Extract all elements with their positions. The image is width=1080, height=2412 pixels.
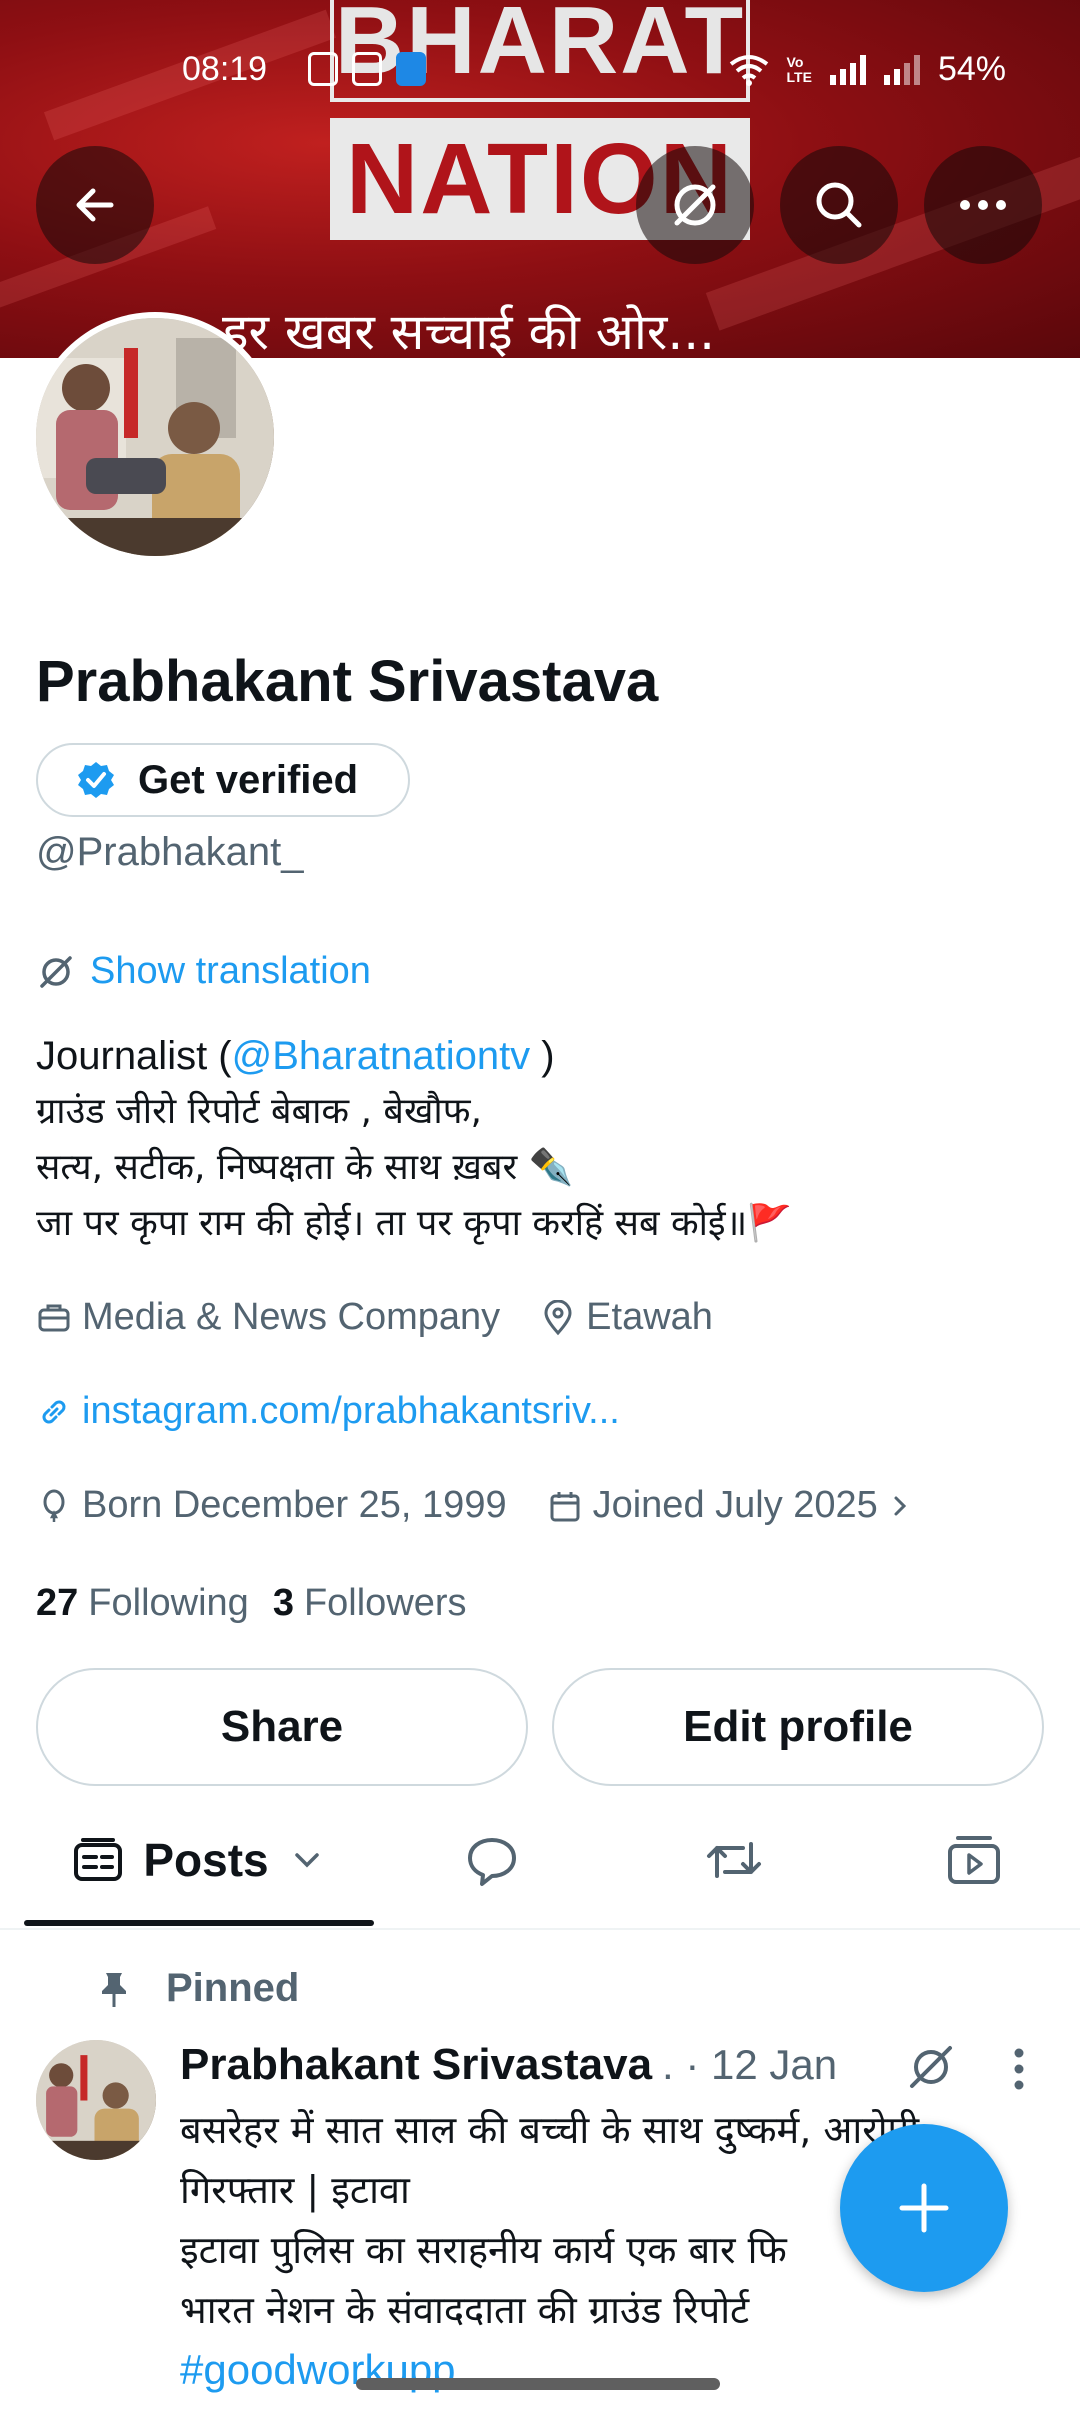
post-avatar-photo xyxy=(36,2040,156,2160)
briefcase-icon xyxy=(38,1304,70,1331)
profile-avatar[interactable] xyxy=(30,312,280,562)
following-link[interactable]: 27 Following xyxy=(36,1582,249,1625)
volte-icon: Vo LTE xyxy=(786,53,812,85)
follow-stats: 27 Following 3 Followers xyxy=(36,1582,467,1625)
chevron-right-icon xyxy=(894,1496,906,1515)
status-time: 08:19 xyxy=(182,50,268,88)
post-grok-button[interactable] xyxy=(904,2040,958,2099)
profile-joined-date: Joined July 2025 xyxy=(592,1484,878,1526)
signal-2-icon xyxy=(883,54,920,85)
posts-icon xyxy=(74,1838,123,1881)
profile-birthdate: Born December 25, 1999 xyxy=(82,1484,507,1526)
share-button-label: Share xyxy=(220,1702,344,1751)
bio-line-3: सत्य, सटीक, निष्पक्षता के साथ ख़बर ✒️ xyxy=(36,1147,574,1188)
banner-tagline: हर खबर सच्चाई की ओर... xyxy=(222,303,716,358)
profile-category: Media & News Company xyxy=(82,1296,501,1338)
avatar-image xyxy=(36,318,274,556)
tab-posts-label: Posts xyxy=(143,1834,269,1886)
post-author-name[interactable]: Prabhakant Srivastava xyxy=(180,2040,652,2090)
tab-replies[interactable] xyxy=(432,1790,552,1930)
bio-line-4: जा पर कृपा राम की होई। ता पर कृपा करहिं … xyxy=(36,1203,792,1244)
repost-icon xyxy=(707,1842,761,1878)
tab-posts[interactable]: Posts xyxy=(24,1790,374,1930)
joined-item[interactable]: Joined July 2025 xyxy=(547,1484,912,1527)
status-notification-icons xyxy=(308,52,426,86)
profile-location: Etawah xyxy=(586,1296,713,1338)
status-bar: 08:19 Vo LTE 54% xyxy=(0,40,1080,100)
media-icon xyxy=(948,1836,1000,1884)
grok-icon xyxy=(910,2046,952,2088)
back-arrow-icon xyxy=(76,188,114,222)
post-header: Prabhakant Srivastava . · 12 Jan xyxy=(180,2040,837,2090)
post-author-avatar[interactable] xyxy=(36,2040,156,2160)
wifi-icon xyxy=(729,54,768,86)
battery-level: 54% xyxy=(937,50,1006,88)
verified-badge-icon xyxy=(78,762,114,798)
profile-bio: Journalist (@Bharatnationtv ) ग्राउंड जी… xyxy=(36,1028,792,1252)
bio-prefix: Journalist ( xyxy=(36,1034,232,1078)
back-button[interactable] xyxy=(36,146,154,264)
more-options-button[interactable] xyxy=(924,146,1042,264)
search-button[interactable] xyxy=(780,146,898,264)
status-right-icons: Vo LTE 54% xyxy=(729,50,1006,89)
active-tab-indicator xyxy=(24,1920,374,1926)
following-label: Following xyxy=(88,1582,249,1624)
profile-meta-row-1: Media & News Company Etawah xyxy=(36,1296,753,1339)
balloon-icon xyxy=(43,1489,65,1522)
edit-profile-button-label: Edit profile xyxy=(683,1702,913,1751)
signal-icon xyxy=(829,54,866,85)
profile-meta-row-2: Born December 25, 1999 Joined July 2025 xyxy=(36,1484,912,1527)
post-more-button[interactable] xyxy=(1008,2046,1030,2097)
bio-line-2: ग्राउंड जीरो रिपोर्ट बेबाक , बेखौफ, xyxy=(36,1091,482,1132)
pinned-label: Pinned xyxy=(166,1966,300,2010)
shield-notification-icon xyxy=(308,52,338,86)
profile-name: Prabhakant Srivastava xyxy=(36,649,659,714)
location-pin-icon xyxy=(544,1299,572,1335)
followers-link[interactable]: 3 Followers xyxy=(273,1582,467,1625)
android-notification-icon xyxy=(396,52,426,86)
website-item[interactable]: instagram.com/prabhakantsriv... xyxy=(36,1390,620,1433)
grok-translate-icon xyxy=(40,955,72,988)
birthday-item: Born December 25, 1999 xyxy=(36,1484,507,1527)
grok-button[interactable] xyxy=(636,146,754,264)
tab-reposts[interactable] xyxy=(674,1790,794,1930)
profile-handle: @Prabhakant_ xyxy=(36,830,304,874)
reply-icon xyxy=(468,1838,516,1886)
search-icon xyxy=(816,182,862,228)
profile-website-row: instagram.com/prabhakantsriv... xyxy=(36,1390,660,1433)
home-indicator[interactable] xyxy=(356,2378,720,2390)
bio-suffix: ) xyxy=(530,1034,555,1078)
more-horizontal-icon xyxy=(960,200,1006,210)
followers-label: Followers xyxy=(303,1582,467,1624)
grok-icon xyxy=(674,184,716,226)
profile-website-link[interactable]: instagram.com/prabhakantsriv... xyxy=(82,1390,620,1433)
post-date: . · 12 Jan xyxy=(662,2041,838,2088)
show-translation-link[interactable]: Show translation xyxy=(36,950,371,993)
share-button[interactable]: Share xyxy=(36,1668,528,1786)
category-item: Media & News Company xyxy=(36,1296,500,1339)
chevron-down-icon xyxy=(294,1853,319,1868)
bio-mention-link[interactable]: @Bharatnationtv xyxy=(232,1034,531,1078)
pinned-label-row: Pinned xyxy=(96,1966,299,2011)
pin-icon xyxy=(102,1972,126,2007)
get-verified-label: Get verified xyxy=(138,757,359,802)
calendar-icon xyxy=(550,1491,580,1521)
show-translation-label: Show translation xyxy=(90,950,371,992)
location-item: Etawah xyxy=(540,1296,713,1339)
compose-post-button[interactable] xyxy=(840,2124,1008,2292)
profile-tabs: Posts xyxy=(0,1790,1080,1930)
bio-line-1: Journalist (@Bharatnationtv ) xyxy=(36,1028,792,1084)
card-notification-icon xyxy=(352,52,382,86)
plus-icon xyxy=(899,2183,949,2233)
edit-profile-button[interactable]: Edit profile xyxy=(552,1668,1044,1786)
more-vertical-icon xyxy=(1014,2048,1024,2090)
avatar-photo xyxy=(36,318,274,556)
get-verified-button[interactable]: Get verified xyxy=(36,743,410,817)
tab-media[interactable] xyxy=(914,1790,1034,1930)
following-count: 27 xyxy=(36,1582,79,1624)
post-hashtag[interactable]: #goodworkupp xyxy=(180,2340,1030,2400)
link-icon xyxy=(42,1400,66,1423)
followers-count: 3 xyxy=(272,1582,294,1624)
